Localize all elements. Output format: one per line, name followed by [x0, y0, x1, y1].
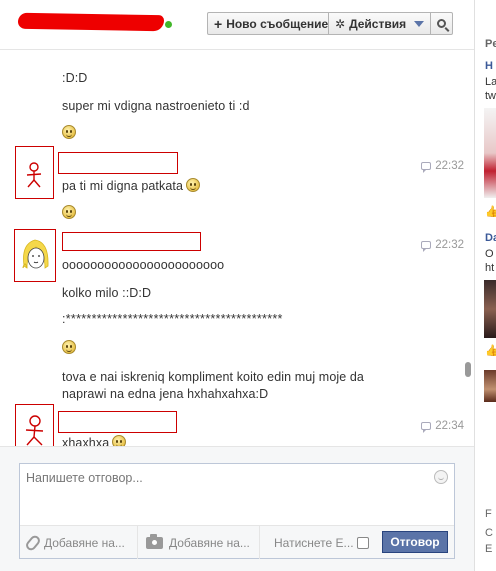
search-icon [437, 19, 446, 28]
new-message-label: Ново съобщение [226, 16, 329, 31]
smiley-emoticon-icon [62, 205, 76, 219]
wink-emoticon-icon [186, 178, 201, 192]
speech-bubble-icon [421, 241, 432, 252]
message-timestamp: 22:32 [421, 160, 464, 173]
sidebar-heading: Pe [485, 38, 496, 50]
reply-toolbar: Добавяне на... Добавяне на... Натиснете … [20, 525, 454, 559]
stick-figure-avatar-icon [25, 415, 44, 446]
plus-icon: + [214, 15, 223, 32]
message-timestamp: 22:32 [421, 239, 464, 252]
thumbs-up-icon[interactable]: 👍 [485, 205, 496, 218]
sidebar-text: F [485, 508, 492, 520]
actions-button[interactable]: ✲ Действия [329, 12, 431, 35]
sidebar-ad-image[interactable] [484, 108, 496, 198]
avatar[interactable] [14, 229, 56, 282]
message-text: pa ti mi digna patkata [62, 178, 201, 193]
emoticon-picker-icon[interactable] [434, 470, 448, 484]
conversation-header: + Ново съобщение ✲ Действия [0, 0, 474, 50]
sidebar-text: E [485, 543, 493, 555]
reply-box: Добавяне на... Добавяне на... Натиснете … [19, 463, 455, 559]
contact-name-redaction [17, 12, 165, 32]
right-sidebar: Pe H La tw 👍 Da O ht 👍 F C E [474, 0, 496, 571]
add-file-button[interactable]: Добавяне на... [20, 526, 138, 559]
sender-name-redaction[interactable] [62, 232, 201, 251]
message-text: tova e nai iskreniq kompliment koito edi… [62, 370, 364, 384]
message-thread[interactable]: :D:D super mi vdigna nastroenieto ti :d … [0, 50, 474, 446]
avatar[interactable] [15, 404, 54, 446]
avatar[interactable] [15, 146, 54, 199]
sidebar-ad-image[interactable] [484, 370, 496, 402]
message-text: kolko milo ::D:D [62, 286, 152, 300]
smiley-emoticon-icon [62, 340, 76, 354]
press-enter-checkbox[interactable] [357, 537, 369, 549]
add-file-label: Добавяне на... [44, 535, 125, 550]
sender-name-redaction[interactable] [58, 152, 178, 174]
sidebar-ad-image[interactable] [484, 280, 496, 338]
sidebar-text: O [485, 248, 494, 260]
smiley-emoticon-icon [112, 435, 127, 446]
paperclip-icon [24, 533, 42, 552]
message-text: :***************************************… [62, 312, 283, 326]
message-text: xhaxhxa [62, 435, 127, 446]
message-timestamp: 22:34 [421, 420, 464, 433]
sidebar-link[interactable]: Da [485, 232, 496, 244]
blonde-girl-avatar-icon [22, 239, 49, 269]
gear-icon: ✲ [335, 16, 346, 31]
message-text: :D:D [62, 71, 88, 85]
speech-bubble-icon [421, 162, 432, 173]
reply-send-button[interactable]: Отговор [382, 531, 448, 553]
sidebar-link[interactable]: H [485, 60, 493, 72]
stick-figure-avatar-icon [26, 162, 42, 188]
reply-area: Добавяне на... Добавяне на... Натиснете … [0, 446, 474, 571]
speech-bubble-icon [421, 422, 432, 433]
add-photo-button[interactable]: Добавяне на... [138, 526, 260, 559]
sidebar-text: C [485, 527, 493, 539]
sidebar-text: ht [485, 262, 495, 274]
reply-input[interactable] [26, 471, 426, 485]
sidebar-text: La [485, 76, 496, 88]
add-photo-label: Добавяне на... [169, 535, 250, 550]
sender-name-redaction[interactable] [58, 411, 177, 433]
sidebar-text: tw [485, 90, 496, 102]
online-status-icon [165, 21, 172, 28]
chevron-down-icon [414, 20, 425, 27]
search-button[interactable] [431, 12, 453, 35]
new-message-button[interactable]: + Ново съобщение [207, 12, 329, 35]
scrollbar-thumb[interactable] [465, 362, 471, 377]
camera-icon [146, 533, 163, 549]
thumbs-up-icon[interactable]: 👍 [485, 344, 496, 357]
message-text: ooooooooooooooooooooooo [62, 258, 225, 272]
actions-label: Действия [349, 16, 407, 31]
message-text: super mi vdigna nastroenieto ti :d [62, 99, 250, 113]
message-text: naprawi na edna jena hxhahxahxa:D [62, 387, 269, 401]
smiley-emoticon-icon [62, 125, 76, 139]
